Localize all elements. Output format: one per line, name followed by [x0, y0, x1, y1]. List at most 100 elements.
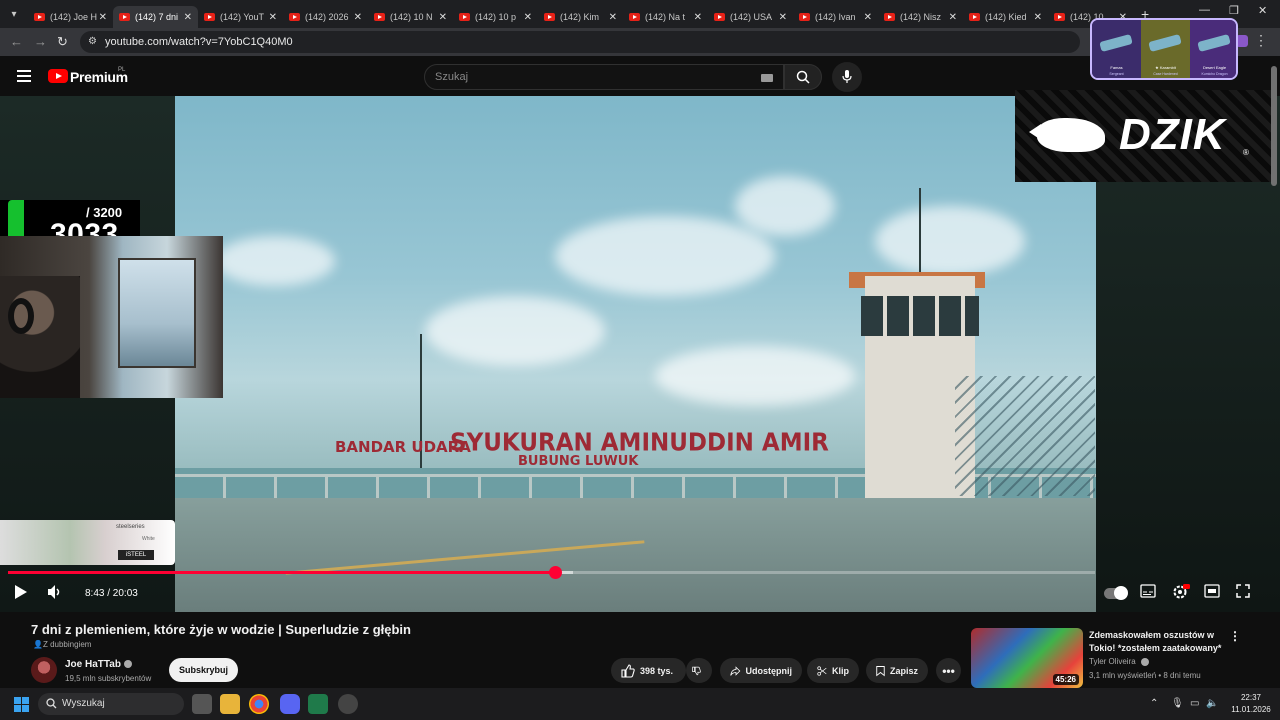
webcam-overlay [0, 236, 223, 398]
close-tab-icon[interactable]: ✕ [269, 12, 277, 23]
more-horizontal-icon: ••• [942, 663, 955, 678]
subtitles-button[interactable] [1140, 584, 1156, 603]
address-bar[interactable]: ⚙ youtube.com/watch?v=7YobC1Q40M0 [80, 31, 1080, 53]
steelseries-tag: iSTEEL [118, 550, 154, 560]
save-button[interactable]: Zapisz [866, 658, 928, 683]
youtube-favicon-icon [374, 13, 385, 21]
close-tab-icon[interactable]: ✕ [609, 12, 617, 23]
share-button[interactable]: Udostępnij [720, 658, 802, 683]
close-tab-icon[interactable]: ✕ [949, 12, 957, 23]
subscribe-button[interactable]: Subskrybuj [169, 658, 238, 682]
tab-search-menu-icon[interactable]: ▾ [0, 0, 28, 28]
browser-tab[interactable]: (142) Ivan ✕ [793, 6, 878, 28]
play-button[interactable] [14, 584, 28, 605]
taskbar-clock[interactable]: 22:37 11.01.2026 [1226, 692, 1276, 716]
recommendation-channel[interactable]: Tyler Oliveira [1089, 657, 1149, 666]
skin-sub: Sergeant [1109, 72, 1124, 76]
search-button[interactable] [784, 64, 822, 90]
minimize-window-icon[interactable]: — [1199, 4, 1210, 16]
youtube-favicon-icon [1054, 13, 1065, 21]
search-input[interactable]: Szukaj [424, 64, 784, 90]
browser-tab[interactable]: (142) YouT ✕ [198, 6, 283, 28]
progress-bar[interactable] [8, 566, 1095, 579]
browser-tab[interactable]: (142) 2026 ✕ [283, 6, 368, 28]
recommendation-title[interactable]: Zdemaskowałem oszustów w Tokio! *zostałe… [1089, 629, 1229, 655]
airport-sign-large: SYUKURAN AMINUDDIN AMIR [450, 428, 829, 458]
forward-icon[interactable]: → [34, 34, 47, 49]
microphone-icon [842, 70, 852, 83]
close-tab-icon[interactable]: ✕ [694, 12, 702, 23]
browser-tab[interactable]: (142) Joe H ✕ [28, 6, 113, 28]
close-tab-icon[interactable]: ✕ [354, 12, 362, 23]
chrome-icon[interactable] [249, 694, 269, 714]
speaker-icon[interactable]: 🔈 [1206, 698, 1218, 709]
discord-icon[interactable] [280, 694, 300, 714]
voice-search-button[interactable] [832, 62, 862, 92]
site-info-icon[interactable]: ⚙ [88, 36, 100, 48]
fullscreen-button[interactable] [1236, 584, 1250, 603]
close-tab-icon[interactable]: ✕ [439, 12, 447, 23]
close-tab-icon[interactable]: ✕ [864, 12, 872, 23]
obs-icon[interactable] [338, 694, 358, 714]
youtube-logo-icon[interactable] [48, 69, 68, 83]
tray-overflow-icon[interactable]: ⌃ [1150, 698, 1158, 709]
excel-icon[interactable] [308, 694, 328, 714]
verified-icon [1140, 657, 1149, 666]
close-tab-icon[interactable]: ✕ [524, 12, 532, 23]
browser-tab[interactable]: (142) 10 p ✕ [453, 6, 538, 28]
back-icon[interactable]: ← [10, 34, 23, 49]
tab-label: (142) 10 N [390, 12, 433, 22]
browser-tab-strip: ▾ (142) Joe H ✕ (142) 7 dni ✕ (142) YouT ✕ (14… [0, 0, 1280, 28]
time-display: 8:43 / 20:03 [85, 588, 138, 599]
video-frame[interactable]: BANDAR UDARA SYUKURAN AMINUDDIN AMIR BUB… [175, 96, 1096, 612]
channel-avatar[interactable] [31, 657, 57, 683]
tab-label: (142) Kied [985, 12, 1027, 22]
volume-button[interactable] [47, 584, 63, 605]
task-view-icon[interactable] [192, 694, 212, 714]
microphone-tray-icon[interactable]: 🎙 [1171, 698, 1184, 709]
taskbar-search[interactable]: Wyszukaj [38, 693, 184, 715]
menu-icon[interactable] [17, 70, 31, 85]
autoplay-toggle[interactable] [1104, 586, 1128, 600]
close-tab-icon[interactable]: ✕ [1034, 12, 1042, 23]
recommendation-thumbnail[interactable]: 45:26 [971, 628, 1083, 688]
browser-tab[interactable]: (142) USA ✕ [708, 6, 793, 28]
start-button[interactable] [14, 697, 29, 712]
skin-card: ★ Karambit Case Hardened [1141, 20, 1190, 78]
close-tab-icon[interactable]: ✕ [184, 12, 192, 23]
more-actions-button[interactable]: ••• [936, 658, 961, 683]
miniplayer-button[interactable] [1204, 584, 1220, 603]
close-tab-icon[interactable]: ✕ [99, 12, 107, 23]
close-window-icon[interactable]: ✕ [1258, 4, 1267, 17]
clock-time: 22:37 [1240, 693, 1262, 702]
reload-icon[interactable]: ↻ [57, 34, 68, 50]
close-tab-icon[interactable]: ✕ [779, 12, 787, 23]
weapon-icon [1197, 34, 1231, 52]
channel-name-text[interactable]: Joe HaTTab [65, 659, 121, 670]
browser-menu-icon[interactable]: ⋮ [1254, 32, 1268, 49]
file-explorer-icon[interactable] [220, 694, 240, 714]
keyboard-icon[interactable] [761, 74, 773, 82]
browser-tab[interactable]: (142) Na t ✕ [623, 6, 708, 28]
page-scrollbar[interactable] [1271, 66, 1277, 186]
browser-tab[interactable]: (142) Nisz ✕ [878, 6, 963, 28]
scissors-icon [817, 665, 827, 676]
network-icon[interactable]: ▭ [1190, 698, 1199, 709]
browser-tab[interactable]: (142) Kied ✕ [963, 6, 1048, 28]
dislike-button[interactable] [686, 658, 712, 683]
recommendation-menu-icon[interactable]: ⋮ [1229, 629, 1241, 643]
progress-scrubber[interactable] [548, 566, 562, 579]
webcam-person [0, 276, 80, 398]
browser-tab[interactable]: (142) Kim ✕ [538, 6, 623, 28]
url-text[interactable]: youtube.com/watch?v=7YobC1Q40M0 [105, 36, 293, 48]
recommendation-channel-text[interactable]: Tyler Oliveira [1089, 657, 1136, 666]
browser-tab[interactable]: (142) 7 dni ✕ [113, 6, 198, 28]
settings-button[interactable] [1172, 584, 1190, 605]
browser-tab[interactable]: (142) 10 N ✕ [368, 6, 453, 28]
channel-name[interactable]: Joe HaTTab [65, 659, 132, 670]
tab-label: (142) Ivan [815, 12, 856, 22]
restore-window-icon[interactable]: ❐ [1229, 4, 1239, 17]
clip-button[interactable]: Klip [807, 658, 859, 683]
like-button[interactable]: 398 tys. [611, 658, 686, 683]
headset-icon [8, 298, 34, 334]
